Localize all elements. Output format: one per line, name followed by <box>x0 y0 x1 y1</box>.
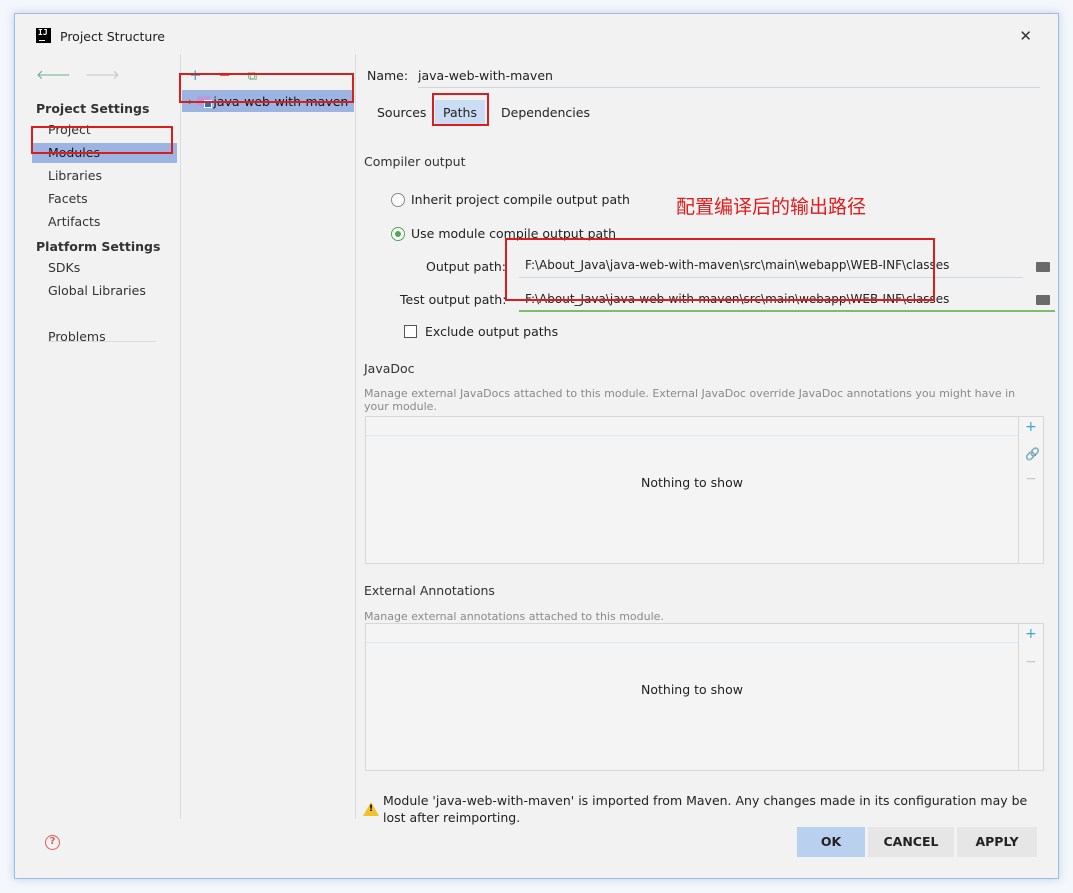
module-settings-panel: Name: java-web-with-maven Sources Paths … <box>357 54 1059 825</box>
tree-item-module[interactable]: › java-web-with-maven <box>182 90 354 112</box>
compiler-output-title: Compiler output <box>364 154 466 169</box>
javadoc-description: Manage external JavaDocs attached to thi… <box>364 387 1016 413</box>
platform-settings-header: Platform Settings <box>36 239 161 254</box>
add-icon[interactable]: + <box>1025 626 1037 642</box>
cancel-button[interactable]: CANCEL <box>868 827 954 857</box>
radio-use-module-label: Use module compile output path <box>411 226 617 241</box>
output-path-label: Output path: <box>426 259 507 274</box>
settings-nav: 🡐 🡒 Project Settings Project Modules Lib… <box>15 54 180 819</box>
link-icon[interactable]: 🔗 <box>1025 447 1040 461</box>
browse-folder-icon[interactable] <box>1036 262 1050 272</box>
nav-item-artifacts[interactable]: Artifacts <box>48 212 100 232</box>
radio-use-module-output[interactable]: Use module compile output path <box>391 226 616 241</box>
radio-inherit-output[interactable]: Inherit project compile output path <box>391 192 630 207</box>
external-annotations-empty-text: Nothing to show <box>641 682 743 697</box>
nav-item-problems[interactable]: Problems <box>48 327 106 347</box>
radio-inherit-label: Inherit project compile output path <box>411 192 630 207</box>
remove-icon[interactable]: − <box>1025 654 1037 670</box>
tab-paths[interactable]: Paths <box>435 100 485 126</box>
ok-button[interactable]: OK <box>797 827 865 857</box>
chevron-right-icon[interactable]: › <box>188 95 192 108</box>
radio-selected-icon[interactable] <box>391 226 405 241</box>
tree-toolbar: + − ⧉ <box>189 66 269 84</box>
help-icon[interactable]: ? <box>45 835 60 850</box>
nav-arrows: 🡐 🡒 <box>36 67 130 83</box>
module-name-label: java-web-with-maven <box>213 93 349 109</box>
javadoc-side-toolbar: + 🔗 − <box>1018 417 1043 563</box>
nav-item-project[interactable]: Project <box>48 120 91 140</box>
checkbox-icon[interactable] <box>404 325 417 338</box>
external-annotations-description: Manage external annotations attached to … <box>364 610 664 623</box>
title-bar: IJ Project Structure ✕ <box>15 14 1058 54</box>
exclude-output-label: Exclude output paths <box>425 324 559 339</box>
tab-sources[interactable]: Sources <box>369 100 434 126</box>
annotation-text: 配置编译后的输出路径 <box>676 196 867 218</box>
project-structure-dialog: IJ Project Structure ✕ 🡐 🡒 Project Setti… <box>14 13 1059 879</box>
project-settings-header: Project Settings <box>36 101 150 116</box>
name-label: Name: <box>367 68 409 83</box>
tab-dependencies[interactable]: Dependencies <box>493 100 598 126</box>
module-folder-icon <box>197 96 213 108</box>
maven-warning-text: Module 'java-web-with-maven' is imported… <box>383 793 1028 825</box>
maven-warning: Module 'java-web-with-maven' is imported… <box>363 792 1053 826</box>
list-header-line <box>366 435 1018 436</box>
nav-item-global-libraries[interactable]: Global Libraries <box>48 281 146 301</box>
close-icon[interactable]: ✕ <box>1019 27 1032 45</box>
apply-button[interactable]: APPLY <box>957 827 1037 857</box>
test-output-path-input[interactable]: F:\About_Java\java-web-with-maven\src\ma… <box>519 288 1055 312</box>
forward-arrow-icon[interactable]: 🡒 <box>85 68 120 83</box>
list-header-line <box>366 642 1018 643</box>
intellij-logo-icon: IJ <box>36 28 51 43</box>
window-title: Project Structure <box>60 29 165 44</box>
output-path-input[interactable]: F:\About_Java\java-web-with-maven\src\ma… <box>519 254 1023 278</box>
javadoc-empty-text: Nothing to show <box>641 475 743 490</box>
module-name-field[interactable]: java-web-with-maven <box>418 68 1040 88</box>
nav-item-sdks[interactable]: SDKs <box>48 258 80 278</box>
copy-icon[interactable]: ⧉ <box>248 69 257 84</box>
remove-icon[interactable]: − <box>1025 471 1037 487</box>
external-annotations-list[interactable]: Nothing to show + − <box>365 623 1044 771</box>
exclude-output-checkbox[interactable]: Exclude output paths <box>404 324 558 339</box>
add-icon[interactable]: + <box>189 66 202 84</box>
external-annotations-title: External Annotations <box>364 583 495 598</box>
back-arrow-icon[interactable]: 🡐 <box>36 68 71 83</box>
javadoc-list[interactable]: Nothing to show + 🔗 − <box>365 416 1044 564</box>
nav-item-modules[interactable]: Modules <box>32 143 177 163</box>
browse-folder-icon[interactable] <box>1036 295 1050 305</box>
remove-icon[interactable]: − <box>218 66 231 84</box>
warning-icon <box>363 802 379 816</box>
nav-item-facets[interactable]: Facets <box>48 189 88 209</box>
test-output-path-label: Test output path: <box>400 292 507 307</box>
nav-item-libraries[interactable]: Libraries <box>48 166 102 186</box>
module-tree-pane: + − ⧉ › java-web-with-maven <box>180 54 356 819</box>
add-icon[interactable]: + <box>1025 419 1037 435</box>
radio-button-icon[interactable] <box>391 192 405 207</box>
external-annotations-side-toolbar: + − <box>1018 624 1043 770</box>
javadoc-title: JavaDoc <box>364 361 415 376</box>
